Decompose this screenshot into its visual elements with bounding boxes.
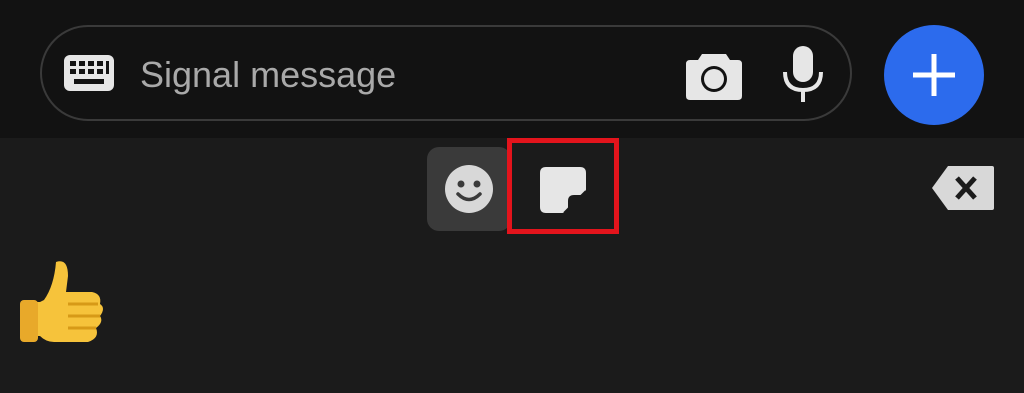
emoji-thumbs-up[interactable]	[16, 256, 112, 352]
attach-button[interactable]	[884, 25, 984, 125]
thumbs-up-icon	[20, 261, 103, 342]
tab-emoji[interactable]	[427, 147, 511, 231]
backspace-icon	[932, 166, 994, 210]
sticker-icon	[540, 167, 587, 214]
camera-icon	[686, 54, 742, 100]
microphone-button[interactable]	[778, 42, 828, 108]
keyboard-icon[interactable]	[64, 55, 114, 91]
tab-stickers[interactable]	[520, 147, 604, 231]
camera-button[interactable]	[684, 50, 744, 102]
backspace-button[interactable]	[930, 164, 996, 212]
plus-icon	[913, 54, 955, 96]
microphone-icon	[783, 46, 823, 102]
message-input[interactable]	[140, 50, 660, 100]
smiley-icon	[445, 165, 493, 213]
